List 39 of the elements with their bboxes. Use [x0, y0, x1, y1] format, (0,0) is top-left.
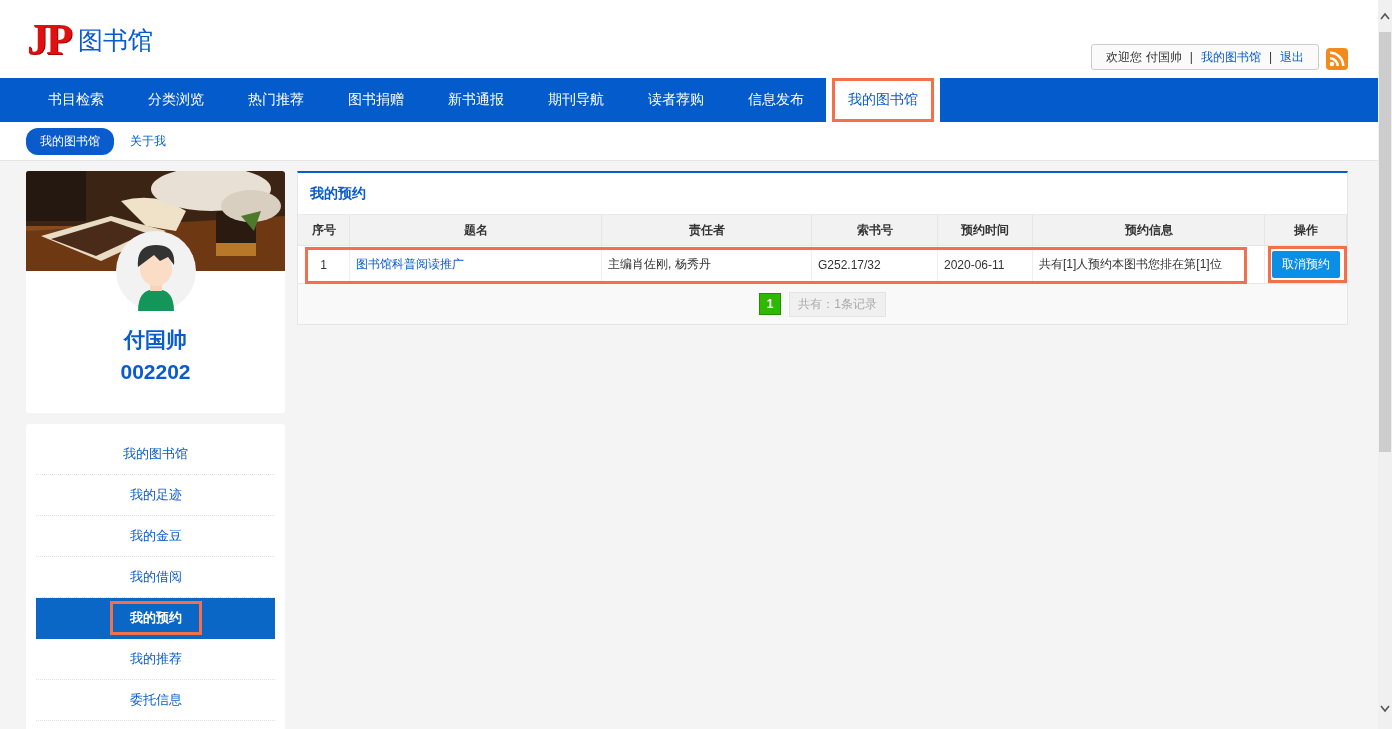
user-name: 付国帅 [124, 327, 187, 353]
nav-tab[interactable]: 读者荐购 [626, 78, 726, 122]
nav-tab[interactable]: 信息发布 [726, 78, 826, 122]
user-link[interactable]: 我的图书馆 [1200, 48, 1261, 66]
table-cell: 1 [298, 246, 350, 284]
nav-tab[interactable]: 热门推荐 [226, 78, 326, 122]
menu-item[interactable]: 我的推荐 [36, 639, 275, 680]
menu-item[interactable]: 我的预约 [36, 598, 275, 639]
title-link[interactable]: 图书馆科普阅读推广 [356, 256, 464, 273]
separator: | [1268, 50, 1272, 64]
panel-title: 我的预约 [298, 173, 1347, 214]
record-count: 共有：1条记录 [789, 291, 886, 317]
table-cell: G252.17/32 [812, 246, 938, 284]
welcome-text: 欢迎您 付国帅 [1106, 48, 1182, 66]
menu-item[interactable]: 我的图书馆 [36, 434, 275, 475]
table-cell: 共有[1]人预约本图书您排在第[1]位 [1033, 246, 1265, 284]
menu-item-label: 我的预约 [127, 609, 184, 627]
nav-tab[interactable]: 新书通报 [426, 78, 526, 122]
table-header-row: 序号 题名 责任者 索书号 预约时间 预约信息 操作 [298, 214, 1347, 246]
menu-item[interactable]: 委托信息 [36, 680, 275, 721]
separator: | [1189, 50, 1193, 64]
user-link[interactable]: 退出 [1280, 48, 1304, 66]
nav-tab[interactable]: 我的图书馆 [826, 78, 940, 122]
user-id: 002202 [120, 360, 191, 384]
subnav-tab[interactable]: 我的图书馆 [26, 127, 114, 155]
table-cell: 主编肖佐刚, 杨秀丹 [602, 246, 812, 284]
table-cell: 2020-06-11 [938, 246, 1033, 284]
cancel-button[interactable]: 取消预约 [1272, 251, 1340, 278]
nav-tab[interactable]: 书目检索 [26, 78, 126, 122]
site-title: 图书馆 [77, 24, 153, 56]
nav-tab[interactable]: 分类浏览 [126, 78, 226, 122]
nav-tab[interactable]: 期刊导航 [526, 78, 626, 122]
menu-item[interactable]: 我的足迹 [36, 475, 275, 516]
rss-icon[interactable] [1326, 48, 1348, 70]
subnav-tab[interactable]: 关于我 [116, 127, 180, 155]
avatar-icon [116, 231, 196, 311]
nav-tab[interactable]: 图书捐赠 [326, 78, 426, 122]
menu-item[interactable]: 我的金豆 [36, 516, 275, 557]
logo-mark: JP [27, 18, 70, 62]
